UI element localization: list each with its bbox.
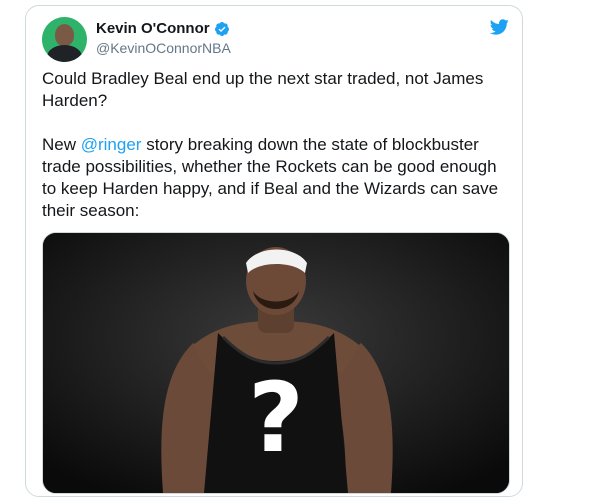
verified-badge-icon [214,21,229,36]
tweet-media-image[interactable]: ? [42,232,510,494]
author-name-row: Kevin O'Connor [96,20,230,37]
author-avatar[interactable] [42,17,87,62]
twitter-bird-icon[interactable] [488,17,510,37]
tweet-text: Could Bradley Beal end up the next star … [42,68,510,222]
avatar-head [55,24,74,46]
mention-link[interactable]: @ringer [81,135,142,154]
author-handle[interactable]: @KevinOConnorNBA [96,40,231,56]
author-display-name[interactable]: Kevin O'Connor [96,20,210,37]
tweet-paragraph-2: New @ringer story breaking down the stat… [42,134,510,222]
question-mark: ? [248,362,304,474]
tweet-text-before-mention: New [42,135,81,154]
tweet-card[interactable]: Kevin O'Connor @KevinOConnorNBA Could Br… [25,5,523,497]
tweet-paragraph-1: Could Bradley Beal end up the next star … [42,69,484,110]
avatar-body [47,45,82,62]
player-illustration: ? [43,233,509,493]
